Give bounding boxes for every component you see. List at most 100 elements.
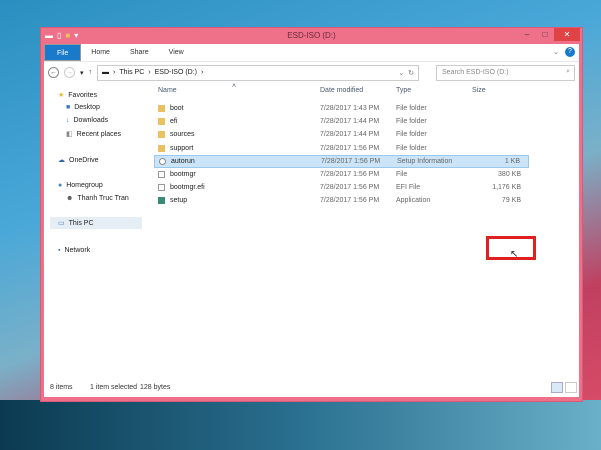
sidebar-item-onedrive[interactable]: ☁ OneDrive: [58, 156, 99, 165]
sidebar-item-this-pc[interactable]: ▭ This PC: [50, 217, 142, 229]
desktop-icon: ■: [66, 104, 71, 111]
column-header-date[interactable]: Date modified: [320, 87, 363, 94]
address-bar[interactable]: ▬ › This PC › ESD-ISO (D:) › ⌄ ↻: [97, 64, 420, 81]
file-type: Setup Information: [397, 157, 453, 165]
expand-ribbon-icon[interactable]: ⌄: [553, 48, 559, 56]
computer-icon: ▭: [58, 220, 65, 227]
selection-status: 1 item selected: [90, 384, 138, 391]
mouse-cursor-icon: ↖: [510, 249, 519, 260]
sidebar-label: Thanh Truc Tran: [77, 195, 129, 202]
file-row[interactable]: bootmgr 7/28/2017 1:56 PM File 380 KB: [154, 168, 529, 181]
breadcrumb-this-pc[interactable]: This PC: [119, 69, 144, 76]
navigation-pane: ★ Favorites ■ Desktop ↓ Downloads ◧ Recent p…: [44, 83, 145, 379]
column-header-size[interactable]: Size: [472, 87, 486, 94]
file-type: File: [396, 171, 408, 178]
sidebar-label: This PC: [68, 219, 94, 227]
file-size: 380 KB: [498, 171, 521, 178]
sidebar-item-downloads[interactable]: ↓ Downloads: [66, 117, 108, 124]
sidebar-label: Network: [64, 247, 91, 254]
sidebar-label: Desktop: [74, 104, 100, 111]
breadcrumb-drive[interactable]: ESD-ISO (D:): [155, 69, 197, 76]
tab-view[interactable]: View: [159, 49, 194, 56]
sidebar-label: OneDrive: [69, 156, 99, 164]
status-bar: 8 items 1 item selected 128 bytes: [44, 379, 579, 397]
file-date: 7/28/2017 1:56 PM: [320, 144, 380, 152]
details-view-button[interactable]: [551, 382, 563, 393]
file-date: 7/28/2017 1:56 PM: [320, 184, 380, 192]
tab-home[interactable]: Home: [81, 49, 120, 56]
file-date: 7/28/2017 1:44 PM: [320, 118, 380, 126]
file-row[interactable]: autorun 7/28/2017 1:56 PM Setup Informat…: [154, 154, 529, 168]
file-type: EFI File: [396, 184, 421, 192]
recent-locations-icon[interactable]: ▾: [80, 69, 84, 77]
recent-icon: ◧: [66, 131, 73, 138]
folder-icon: [158, 105, 165, 112]
sidebar-item-homegroup[interactable]: ● Homegroup: [58, 182, 103, 189]
file-type: Application: [396, 197, 431, 205]
refresh-icon[interactable]: ⌄ ↻: [398, 69, 414, 77]
file-type: File folder: [396, 144, 427, 152]
forward-button[interactable]: →: [64, 67, 75, 78]
item-count: 8 items: [50, 384, 73, 391]
large-icons-view-button[interactable]: [565, 382, 577, 393]
file-date: 7/28/2017 1:56 PM: [320, 197, 380, 205]
file-row[interactable]: sources 7/28/2017 1:44 PM File folder: [154, 128, 529, 141]
file-row[interactable]: efi 7/28/2017 1:44 PM File folder: [154, 115, 529, 128]
file-name: boot: [170, 105, 184, 112]
file-date: 7/28/2017 1:56 PM: [320, 171, 380, 178]
file-name: efi: [170, 118, 178, 126]
maximize-button[interactable]: □: [536, 28, 554, 41]
sidebar-label: Downloads: [73, 117, 109, 124]
downloads-icon: ↓: [66, 117, 70, 124]
file-type: File folder: [396, 131, 427, 139]
file-name: bootmgr: [170, 171, 196, 178]
sidebar-item-network[interactable]: ▪ Network: [58, 247, 90, 254]
sidebar-item-desktop[interactable]: ■ Desktop: [66, 104, 100, 111]
close-button[interactable]: ✕: [554, 28, 580, 41]
search-icon: ⌕: [566, 67, 570, 75]
file-row[interactable]: boot 7/28/2017 1:43 PM File folder: [154, 102, 529, 115]
file-date: 7/28/2017 1:44 PM: [320, 131, 380, 139]
column-header-type[interactable]: Type: [396, 87, 411, 94]
file-name: sources: [170, 131, 195, 139]
star-icon: ★: [58, 92, 65, 99]
file-row[interactable]: bootmgr.efi 7/28/2017 1:56 PM EFI File 1…: [154, 181, 529, 194]
folder-icon: [158, 144, 165, 152]
navigation-bar: ← → ▾ ↑ ▬ › This PC › ESD-ISO (D:) › ⌄ ↻ Se…: [44, 61, 579, 83]
drive-icon: ▬: [102, 69, 110, 76]
help-icon[interactable]: ?: [565, 47, 575, 57]
file-size: 1 KB: [504, 157, 520, 165]
file-list: Name ˄ Date modified Type Size boot 7/28…: [154, 83, 579, 379]
sidebar-label: Recent places: [76, 130, 121, 138]
sidebar-label: Homegroup: [66, 182, 103, 189]
folder-icon: [158, 118, 165, 126]
tab-share[interactable]: Share: [120, 49, 159, 56]
sidebar-label: Favorites: [68, 91, 98, 99]
file-icon: [158, 171, 165, 178]
sidebar-item-user[interactable]: ☻ Thanh Truc Tran: [66, 195, 129, 202]
file-type: File folder: [396, 105, 427, 112]
up-button[interactable]: ↑: [89, 69, 93, 76]
sidebar-item-favorites[interactable]: ★ Favorites: [58, 91, 98, 100]
sort-ascending-icon: ˄: [232, 83, 237, 90]
window-title: ESD-ISO (D:): [287, 31, 336, 40]
file-row[interactable]: support 7/28/2017 1:56 PM File folder: [154, 142, 529, 155]
cloud-icon: ☁: [58, 157, 65, 164]
column-header-name[interactable]: Name: [158, 87, 177, 94]
back-button[interactable]: ←: [48, 67, 59, 78]
file-row[interactable]: setup 7/28/2017 1:56 PM Application 79 K…: [154, 194, 529, 207]
title-bar[interactable]: ▬ ▯ ■ ▾ ESD-ISO (D:) – □ ✕: [41, 28, 582, 44]
minimize-button[interactable]: –: [518, 28, 536, 41]
sidebar-item-recent-places[interactable]: ◧ Recent places: [66, 130, 121, 139]
folder-icon: [158, 131, 165, 139]
tab-file[interactable]: File: [44, 44, 82, 61]
file-size: 79 KB: [501, 197, 521, 205]
desktop-background: [0, 400, 601, 450]
file-name: support: [170, 144, 194, 152]
file-type: File folder: [396, 118, 427, 126]
homegroup-icon: ●: [58, 182, 63, 189]
selection-size: 128 bytes: [140, 384, 171, 391]
file-size: 1,176 KB: [492, 184, 521, 192]
search-input[interactable]: Search ESD-ISO (D:) ⌕: [436, 64, 575, 81]
user-icon: ☻: [66, 195, 74, 202]
